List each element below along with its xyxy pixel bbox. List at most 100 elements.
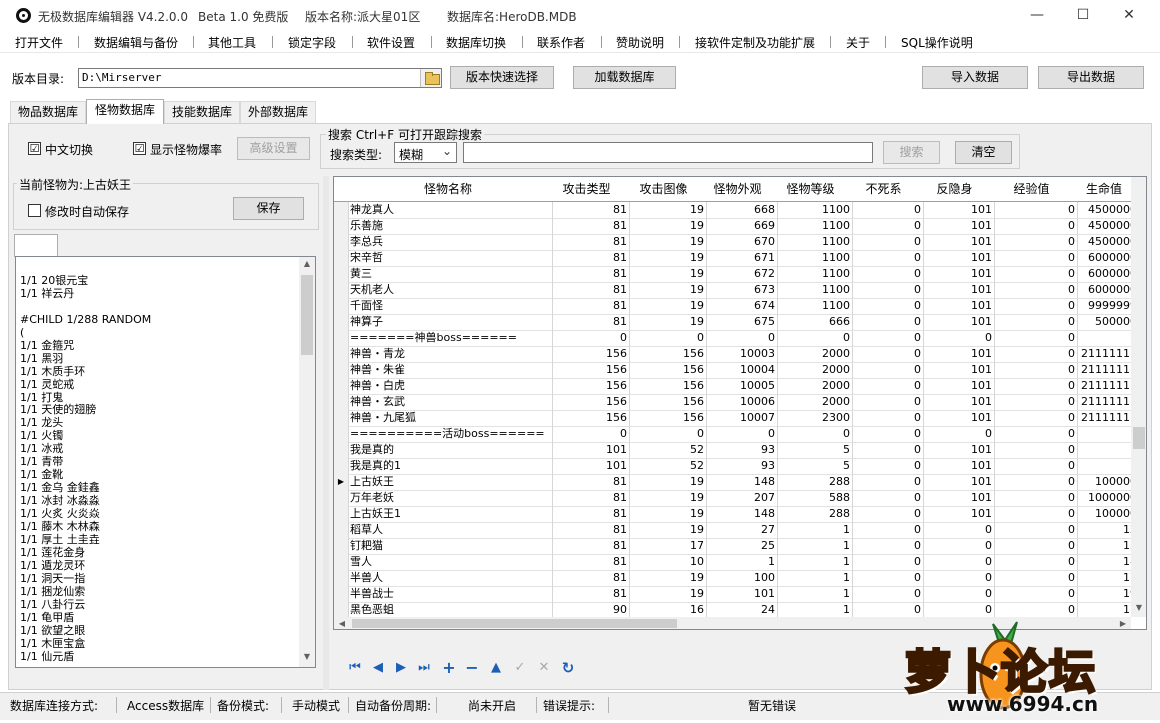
advanced-settings-button[interactable]: 高级设置: [237, 137, 310, 160]
grid-cell[interactable]: 675: [702, 314, 778, 331]
grid-cell-name[interactable]: 半兽战士: [348, 586, 553, 603]
grid-cell[interactable]: 5: [773, 458, 853, 475]
grid-cell[interactable]: 52: [625, 442, 707, 459]
grid-cell[interactable]: 1100: [773, 298, 853, 315]
grid-cell[interactable]: 156: [625, 362, 707, 379]
dir-input[interactable]: D:\Mirserver: [78, 68, 442, 88]
grid-cell[interactable]: 0: [990, 250, 1078, 267]
tab-items[interactable]: 物品数据库: [10, 101, 86, 123]
grid-cell[interactable]: 81: [548, 474, 630, 491]
grid-cell[interactable]: 52: [625, 458, 707, 475]
scrollbar-thumb[interactable]: [301, 275, 313, 355]
grid-cell-name[interactable]: 雪人: [348, 554, 553, 571]
grid-cell[interactable]: 1: [1073, 458, 1134, 475]
row-indicator[interactable]: [334, 458, 349, 475]
grid-cell[interactable]: 10005: [702, 378, 778, 395]
grid-cell-name[interactable]: 神兽・朱雀: [348, 362, 553, 379]
grid-cell[interactable]: 0: [848, 298, 924, 315]
grid-cell[interactable]: 81: [548, 586, 630, 603]
grid-cell[interactable]: 156: [548, 346, 630, 363]
tab-external[interactable]: 外部数据库: [240, 101, 316, 123]
grid-cell[interactable]: 101: [919, 394, 995, 411]
grid-cell[interactable]: 21111111: [1073, 410, 1134, 427]
grid-cell[interactable]: 0: [625, 426, 707, 443]
grid-cell[interactable]: 1100: [773, 218, 853, 235]
grid-cell[interactable]: 0: [848, 586, 924, 603]
load-db-button[interactable]: 加载数据库: [573, 66, 676, 89]
scroll-up-icon[interactable]: ▲: [299, 259, 315, 271]
grid-cell[interactable]: 1: [773, 586, 853, 603]
grid-cell[interactable]: 19: [625, 266, 707, 283]
grid-cell[interactable]: 81: [548, 234, 630, 251]
prev-record-icon[interactable]: ◀: [368, 658, 388, 678]
grid-cell[interactable]: 2000: [773, 362, 853, 379]
grid-cell-name[interactable]: 神兽・青龙: [348, 346, 553, 363]
grid-cell[interactable]: 1100: [773, 202, 853, 219]
add-record-icon[interactable]: +: [439, 658, 459, 678]
header-hp[interactable]: 生命值: [1073, 177, 1134, 202]
panel-splitter[interactable]: [323, 176, 329, 690]
grid-cell[interactable]: 17: [625, 538, 707, 555]
grid-cell-name[interactable]: 上古妖王1: [348, 506, 553, 523]
header-appearance[interactable]: 怪物外观: [702, 177, 774, 202]
grid-cell[interactable]: 101: [919, 218, 995, 235]
grid-cell[interactable]: 81: [548, 282, 630, 299]
menu-db-switch[interactable]: 数据库切换: [446, 34, 506, 51]
grid-cell-name[interactable]: 黑色恶蛆: [348, 602, 553, 617]
grid-cell[interactable]: 156: [625, 394, 707, 411]
grid-cell[interactable]: 10004: [702, 362, 778, 379]
row-indicator[interactable]: [334, 410, 349, 427]
grid-cell[interactable]: 0: [990, 602, 1078, 617]
delete-record-icon[interactable]: −: [462, 658, 482, 678]
row-indicator[interactable]: [334, 538, 349, 555]
header-exp[interactable]: 经验值: [990, 177, 1074, 202]
grid-cell[interactable]: 17: [1073, 602, 1134, 617]
grid-cell[interactable]: 156: [548, 410, 630, 427]
menu-contact[interactable]: 联系作者: [537, 34, 585, 51]
maximize-icon[interactable]: ☐: [1060, 0, 1106, 31]
grid-cell[interactable]: 0: [919, 522, 995, 539]
grid-cell[interactable]: 2000: [773, 394, 853, 411]
grid-cell[interactable]: 17: [1073, 570, 1134, 587]
row-indicator[interactable]: [334, 554, 349, 571]
grid-cell[interactable]: 101: [919, 234, 995, 251]
grid-cell[interactable]: 0: [990, 394, 1078, 411]
grid-cell[interactable]: 0: [919, 330, 995, 347]
grid-cell[interactable]: 0: [848, 570, 924, 587]
grid-cell[interactable]: 0: [990, 346, 1078, 363]
menu-other-tools[interactable]: 其他工具: [208, 34, 256, 51]
grid-cell[interactable]: 81: [548, 250, 630, 267]
grid-cell[interactable]: [1073, 426, 1134, 443]
header-level[interactable]: 怪物等级: [773, 177, 849, 202]
grid-cell[interactable]: 19: [625, 506, 707, 523]
grid-cell[interactable]: 0: [702, 330, 778, 347]
row-indicator[interactable]: [334, 442, 349, 459]
menu-customization[interactable]: 接软件定制及功能扩展: [695, 34, 815, 51]
grid-cell[interactable]: 0: [848, 522, 924, 539]
grid-cell[interactable]: 6000000: [1073, 250, 1134, 267]
grid-cell[interactable]: 101: [919, 250, 995, 267]
grid-cell[interactable]: 21111111: [1073, 394, 1134, 411]
show-drop-checkbox[interactable]: ☑: [133, 142, 146, 155]
grid-cell[interactable]: 19: [1073, 586, 1134, 603]
grid-cell[interactable]: 0: [990, 522, 1078, 539]
import-button[interactable]: 导入数据: [922, 66, 1028, 89]
grid-cell[interactable]: 21111111: [1073, 378, 1134, 395]
grid-cell[interactable]: 0: [848, 234, 924, 251]
grid-cell[interactable]: 21111111: [1073, 362, 1134, 379]
grid-cell[interactable]: 101: [919, 298, 995, 315]
grid-cell[interactable]: 674: [702, 298, 778, 315]
grid-cell[interactable]: 148: [702, 506, 778, 523]
grid-cell-name[interactable]: 钉耙猫: [348, 538, 553, 555]
grid-cell-name[interactable]: 万年老妖: [348, 490, 553, 507]
grid-cell[interactable]: 21111111: [1073, 346, 1134, 363]
grid-cell[interactable]: 288: [773, 474, 853, 491]
grid-cell[interactable]: 588: [773, 490, 853, 507]
grid-cell[interactable]: 101: [919, 458, 995, 475]
row-indicator[interactable]: [334, 570, 349, 587]
post-record-icon[interactable]: ✓: [510, 658, 530, 678]
grid-cell[interactable]: 100000: [1073, 474, 1134, 491]
grid-cell[interactable]: 1: [773, 554, 853, 571]
grid-cell[interactable]: 500000: [1073, 314, 1134, 331]
grid-cell[interactable]: 0: [990, 202, 1078, 219]
